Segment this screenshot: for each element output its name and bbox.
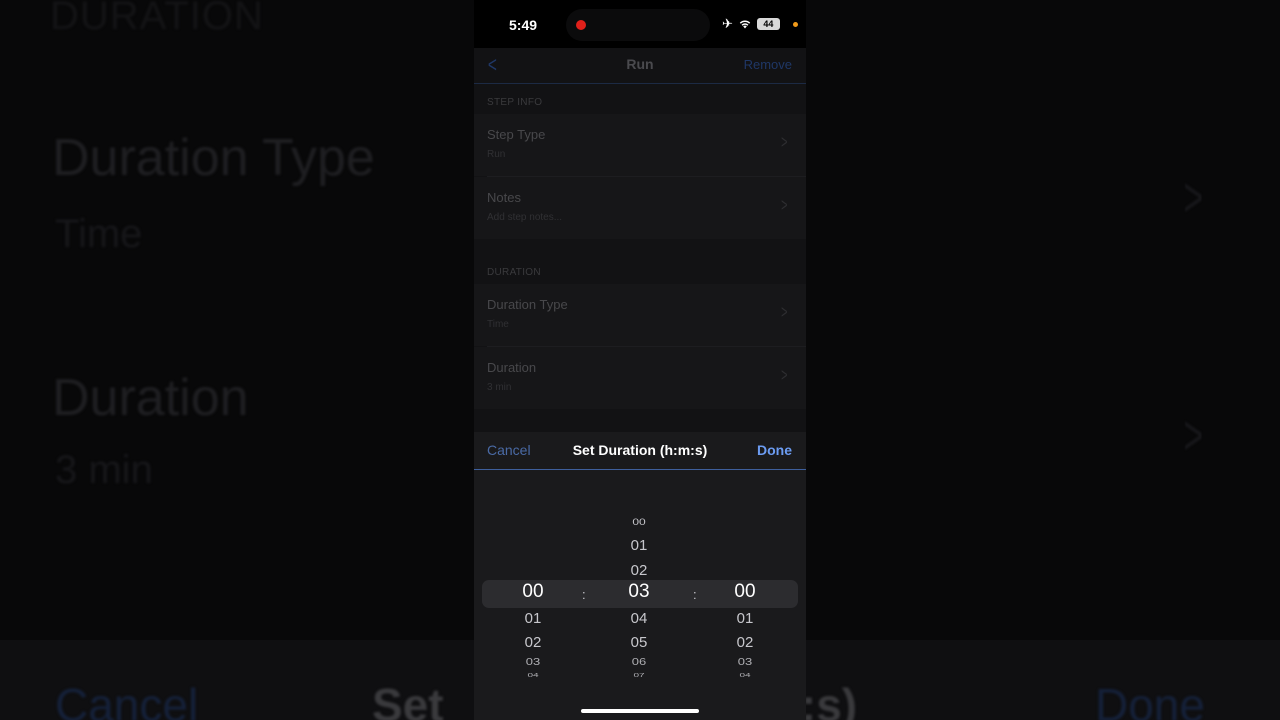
bg-chevron-right-icon: > [1183,403,1204,466]
bg-section-title: DURATION [50,0,264,38]
picker-separator: : [693,587,697,602]
minutes-option[interactable]: 05 [614,634,664,651]
privacy-indicator-icon [793,22,798,27]
bg-duration-label: Duration [52,369,249,427]
chevron-right-icon: > [781,302,788,322]
row-title: Duration [487,360,537,375]
row-subtitle: Run [487,149,506,160]
row-title: Notes [487,190,521,205]
status-time: 5:49 [509,17,538,33]
bg-duration-value: 3 min [55,448,153,492]
chevron-right-icon: > [781,132,788,152]
row-title: Duration Type [487,297,568,312]
wifi-icon [739,19,751,29]
minutes-option[interactable]: 04 [614,610,664,627]
bg-chevron-right-icon: > [1183,165,1204,228]
row-subtitle: Add step notes... [487,212,563,223]
picker-separator: : [582,587,586,602]
recording-indicator-icon [576,20,586,30]
row-step-type[interactable]: Step Type Run > [474,114,806,176]
seconds-option[interactable]: 01 [720,610,770,627]
seconds-option[interactable]: 04 [720,672,770,678]
seconds-option[interactable]: 02 [720,634,770,651]
row-duration[interactable]: Duration 3 min > [474,347,806,409]
bg-duration-type-value: Time [55,212,143,256]
minutes-option[interactable]: 00 [614,517,664,528]
done-button[interactable]: Done [757,442,792,458]
hours-selected-value[interactable]: 00 [508,581,558,603]
bg-set-text: Set [372,679,444,720]
dynamic-island [566,9,710,41]
home-indicator[interactable] [581,709,699,713]
chevron-right-icon: > [781,365,788,385]
navigation-bar: < Run Remove [474,48,806,84]
battery-icon: 44 [756,18,780,30]
section-header-duration: DURATION [487,267,541,278]
step-edit-page: < Run Remove STEP INFO Step Type Run > N… [474,48,806,432]
row-title: Step Type [487,127,546,142]
duration-picker[interactable]: : : 00 01 02 03 04 03 04 05 06 07 02 01 00 00 01 02 03 04 [474,470,806,720]
seconds-selected-value[interactable]: 00 [720,581,770,603]
status-bar: 5:49 ✈ 44 [474,0,806,48]
hours-option[interactable]: 02 [508,634,558,651]
bg-done-text: Done [1095,679,1205,720]
row-subtitle: Time [487,319,509,330]
minutes-option[interactable]: 02 [614,562,664,579]
chevron-right-icon: > [781,195,788,215]
row-notes[interactable]: Notes Add step notes... > [474,177,806,239]
seconds-option[interactable]: 03 [720,656,770,668]
status-icons: ✈ 44 [722,16,780,32]
phone-screen: 5:49 ✈ 44 < Run Remove STEP INFO Step Ty [474,0,806,720]
row-duration-type[interactable]: Duration Type Time > [474,284,806,346]
minutes-option[interactable]: 06 [614,656,664,668]
bg-duration-type-label: Duration Type [52,129,375,187]
hours-option[interactable]: 01 [508,610,558,627]
minutes-option[interactable]: 01 [614,537,664,554]
bg-cancel-text: Cancel [55,679,199,720]
minutes-selected-value[interactable]: 03 [614,581,664,603]
hours-option[interactable]: 04 [508,672,558,678]
hours-option[interactable]: 03 [508,656,558,668]
minutes-option[interactable]: 07 [614,672,664,678]
picker-toolbar: Cancel Set Duration (h:m:s) Done [474,432,806,470]
section-header-step-info: STEP INFO [487,97,543,108]
row-subtitle: 3 min [487,382,512,393]
airplane-mode-icon: ✈ [722,16,733,31]
remove-button[interactable]: Remove [744,57,792,72]
